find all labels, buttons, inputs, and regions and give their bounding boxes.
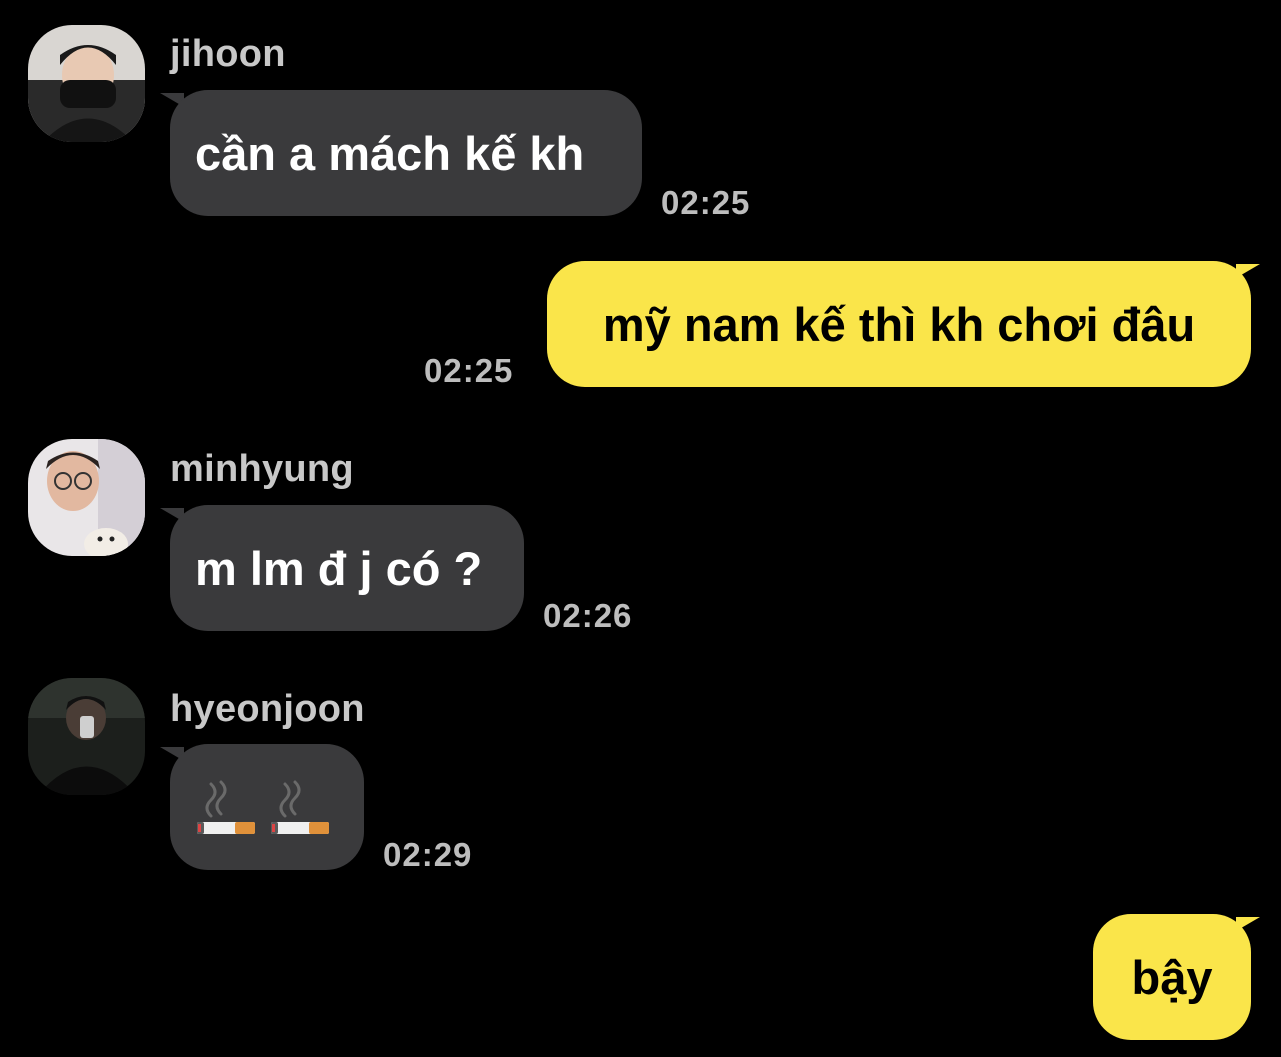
message-timestamp: 02:25: [424, 352, 514, 389]
avatar-minhyung[interactable]: [28, 439, 145, 556]
chat-thread: jihoon cần a mách kế kh 02:25 02:25 mỹ n…: [0, 0, 1281, 1057]
cigarette-emoji: [197, 780, 255, 834]
avatar-hyeonjoon-photo: [28, 678, 145, 795]
message-text: m lm đ j có ?: [195, 541, 483, 595]
sender-name: hyeonjoon: [170, 688, 365, 730]
message-bubble-incoming[interactable]: cần a mách kế kh: [170, 90, 642, 216]
bubble-tail: [1236, 264, 1260, 278]
message-text: bậy: [1131, 950, 1213, 1004]
avatar-jihoon-photo: [28, 25, 145, 142]
bubble-tail: [1236, 917, 1260, 931]
cigarette-emoji: [271, 780, 329, 834]
sender-name: minhyung: [170, 448, 354, 490]
message-timestamp: 02:26: [543, 597, 633, 634]
emoji-row: [195, 776, 331, 838]
message-timestamp: 02:25: [661, 184, 751, 221]
message-timestamp: 02:29: [383, 836, 473, 873]
avatar-minhyung-photo: [28, 439, 145, 556]
message-text: cần a mách kế kh: [195, 126, 585, 180]
message-bubble-outgoing[interactable]: bậy: [1093, 914, 1251, 1040]
sender-name: jihoon: [170, 33, 286, 75]
message-bubble-incoming[interactable]: [170, 744, 364, 870]
message-bubble-outgoing[interactable]: mỹ nam kế thì kh chơi đâu: [547, 261, 1251, 387]
avatar-hyeonjoon[interactable]: [28, 678, 145, 795]
message-bubble-incoming[interactable]: m lm đ j có ?: [170, 505, 524, 631]
avatar-jihoon[interactable]: [28, 25, 145, 142]
message-text: mỹ nam kế thì kh chơi đâu: [602, 297, 1196, 351]
